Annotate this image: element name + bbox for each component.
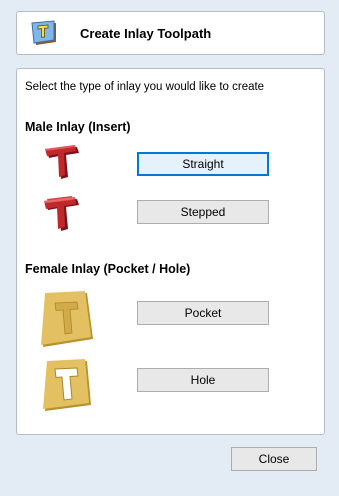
dialog-title: Create Inlay Toolpath — [80, 26, 212, 41]
inlay-toolpath-icon — [31, 20, 56, 45]
close-button[interactable]: Close — [231, 447, 317, 471]
stepped-button[interactable]: Stepped — [137, 200, 269, 224]
dialog-header: Create Inlay Toolpath — [16, 11, 325, 55]
hole-inlay-icon — [43, 359, 91, 411]
straight-insert-icon — [45, 145, 79, 179]
pocket-button[interactable]: Pocket — [137, 301, 269, 325]
male-inlay-heading: Male Inlay (Insert) — [25, 120, 131, 134]
stepped-insert-icon — [44, 196, 79, 231]
instructions-text: Select the type of inlay you would like … — [25, 81, 265, 93]
hole-button[interactable]: Hole — [137, 368, 269, 392]
inlay-type-panel: Select the type of inlay you would like … — [16, 68, 325, 435]
straight-button[interactable]: Straight — [137, 152, 269, 176]
female-inlay-heading: Female Inlay (Pocket / Hole) — [25, 262, 191, 276]
pocket-inlay-icon — [41, 291, 93, 347]
